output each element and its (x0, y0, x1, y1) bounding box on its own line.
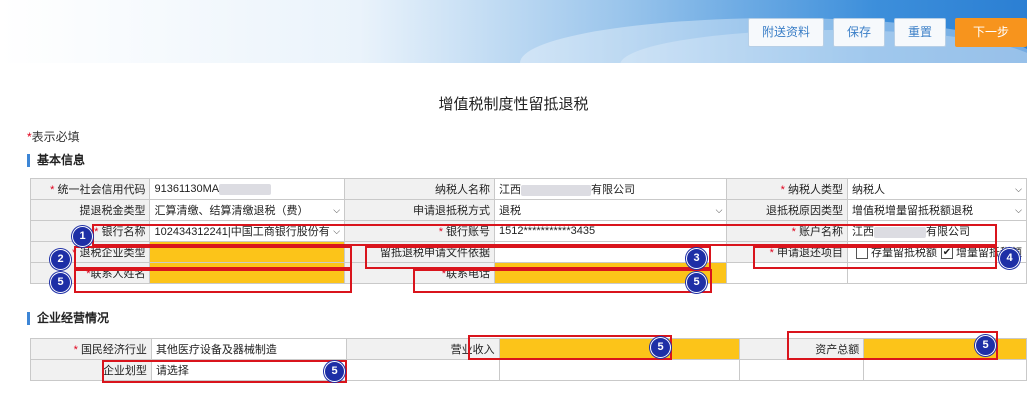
annotation-box-enterprise-type (74, 246, 352, 269)
chevron-down-icon: ⌵ (1015, 204, 1022, 215)
industry-value: 其他医疗设备及器械制造 (150, 338, 347, 360)
taxpayer-type-label: * 纳税人类型 (726, 178, 848, 200)
taxpayer-name-value: 江西 有限公司 (494, 178, 728, 200)
empty-cell (345, 359, 500, 381)
annotation-badge: 5 (975, 335, 996, 356)
refund-type-select[interactable]: 汇算清缴、结算清缴退税（费） ⌵ (149, 199, 346, 221)
chevron-down-icon: ⌵ (333, 204, 341, 215)
annotation-badge: 2 (50, 249, 71, 270)
taxpayer-type-select[interactable]: 纳税人 ⌵ (846, 178, 1027, 200)
annotation-badge: 5 (686, 272, 707, 293)
toolbar: 附送资料 保存 重置 下一步 (747, 18, 1027, 47)
annotation-box-basis-doc (365, 246, 711, 269)
table-row: 提退税金类型 汇算清缴、结算清缴退税（费） ⌵ 申请退抵税方式 退税 ⌵ 退抵税原因… (29, 199, 1027, 221)
annotation-box-bank-row (92, 224, 997, 246)
section-business-info: 企业经营情况 (27, 312, 109, 325)
chevron-down-icon: ⌵ (1015, 183, 1022, 194)
required-note-text: 表示必填 (31, 130, 80, 144)
reset-button[interactable]: 重置 (893, 18, 946, 47)
page-title: 增值税制度性留抵退税 (438, 96, 589, 113)
next-step-button[interactable]: 下一步 (955, 18, 1027, 47)
empty-cell (739, 359, 865, 381)
annotation-badge: 3 (686, 248, 707, 269)
page-header-banner: 附送资料 保存 重置 下一步 (0, 0, 1027, 63)
section-basic-info: 基本信息 (27, 154, 85, 167)
annotation-badge: 5 (650, 337, 671, 358)
refund-reason-select[interactable]: 增值税增量留抵税额退税 ⌵ (846, 199, 1027, 221)
annotation-box-enterprise-size (102, 360, 347, 383)
credit-code-value: 91361130MA (149, 178, 346, 200)
save-button[interactable]: 保存 (832, 18, 885, 47)
annotation-box-contact-phone (413, 269, 712, 293)
required-note: *表示必填 (27, 128, 80, 145)
annotation-box-refund-item (753, 246, 997, 269)
annotation-badge: 5 (324, 361, 345, 382)
chevron-down-icon: ⌵ (715, 204, 723, 215)
refund-reason-label: 退抵税原因类型 (726, 199, 848, 221)
table-row: * 统一社会信用代码 91361130MA 纳税人名称 江西 有限公司 * 纳税人… (29, 178, 1027, 200)
refund-type-label: 提退税金类型 (29, 199, 151, 221)
annotation-box-contact-name (74, 269, 352, 293)
annotation-badge: 1 (72, 226, 93, 247)
annotation-box-revenue (468, 335, 672, 360)
taxpayer-name-label: 纳税人名称 (344, 178, 496, 200)
attach-materials-button[interactable]: 附送资料 (747, 18, 824, 47)
empty-cell (498, 359, 741, 381)
industry-label: * 国民经济行业 (30, 338, 152, 360)
annotation-box-assets (787, 331, 998, 360)
annotation-badge: 5 (50, 272, 71, 293)
empty-cell (863, 359, 1027, 381)
credit-code-label: * 统一社会信用代码 (29, 178, 151, 200)
refund-method-label: 申请退抵税方式 (344, 199, 496, 221)
refund-method-select[interactable]: 退税 ⌵ (494, 199, 728, 221)
annotation-badge: 4 (999, 248, 1020, 269)
